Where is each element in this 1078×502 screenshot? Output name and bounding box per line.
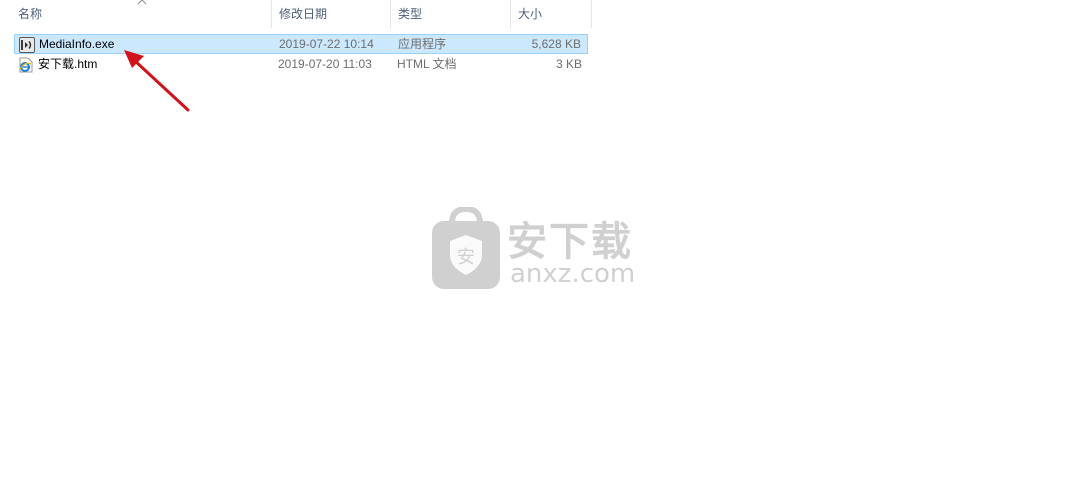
ie-html-icon — [19, 57, 33, 73]
exe-app-icon — [19, 37, 35, 53]
file-size: 5,628 KB — [531, 37, 581, 51]
file-row-mediainfo[interactable]: MediaInfo.exe 2019-07-22 10:14 应用程序 5,62… — [14, 34, 588, 54]
column-modified[interactable]: 修改日期 — [272, 0, 391, 28]
watermark-badge-char: 安 — [457, 247, 475, 268]
file-modified: 2019-07-20 11:03 — [278, 57, 372, 71]
column-header: 名称 修改日期 类型 大小 — [0, 0, 592, 28]
file-size: 3 KB — [555, 57, 582, 71]
file-name: 安下载.htm — [38, 57, 98, 71]
file-type: HTML 文档 — [397, 57, 457, 71]
watermark-brand-en: anxz.com — [510, 259, 636, 289]
watermark-logo: 安 安下载 anxz.com — [430, 207, 650, 293]
shopping-bag-icon: 安 — [432, 207, 500, 289]
file-modified: 2019-07-22 10:14 — [279, 37, 374, 51]
file-row-htm[interactable]: 安下载.htm 2019-07-20 11:03 HTML 文档 3 KB — [14, 55, 588, 75]
column-type[interactable]: 类型 — [391, 0, 511, 28]
column-name[interactable]: 名称 — [11, 0, 272, 28]
file-type: 应用程序 — [398, 37, 447, 51]
column-size[interactable]: 大小 — [511, 0, 592, 28]
file-name: MediaInfo.exe — [39, 37, 115, 51]
annotation-arrow — [124, 50, 190, 112]
